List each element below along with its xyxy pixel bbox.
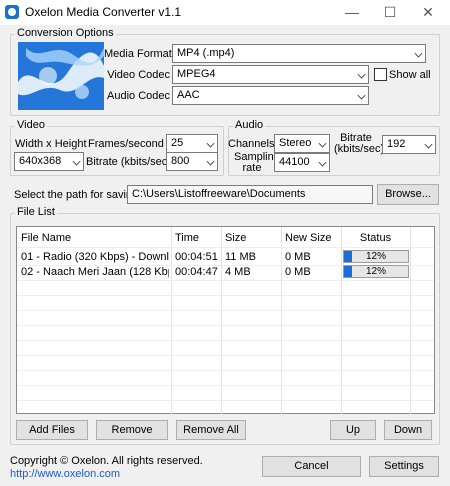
column-header-file-name[interactable]: File Name	[21, 229, 71, 247]
audio-bitrate-label-line2: (kbits/sec)	[334, 143, 385, 155]
file-list-legend: File List	[15, 206, 57, 218]
chevron-down-icon	[318, 158, 327, 167]
website-link[interactable]: http://www.oxelon.com	[10, 468, 120, 480]
save-path-label: Select the path for saving:	[14, 189, 142, 201]
chevron-down-icon	[318, 139, 327, 148]
size-cell: 4 MB	[225, 266, 251, 278]
conversion-options-legend: Conversion Options	[15, 27, 116, 39]
frames-second-select[interactable]: 25	[166, 134, 218, 153]
column-header-size[interactable]: Size	[225, 229, 246, 247]
close-icon[interactable]: ✕	[412, 0, 444, 25]
audio-codec-label: Audio Codec	[107, 90, 170, 102]
file-name-cell: 01 - Radio (320 Kbps) - Downloa...	[21, 251, 169, 263]
channels-select[interactable]: Stereo	[274, 134, 330, 153]
settings-button[interactable]: Settings	[369, 456, 439, 477]
chevron-down-icon	[357, 91, 366, 100]
remove-button[interactable]: Remove	[96, 420, 168, 440]
audio-bitrate-label: Bitrate (kbits/sec)	[334, 133, 384, 155]
audio-bitrate-select[interactable]: 192	[382, 135, 436, 154]
row-divider	[17, 355, 434, 356]
app-logo-icon	[5, 5, 19, 19]
video-bitrate-value: 800	[171, 155, 190, 167]
progress-bar: 12%	[343, 265, 409, 278]
file-name-cell: 02 - Naach Meri Jaan (128 Kbps)...	[21, 266, 169, 278]
copyright-text: Copyright © Oxelon. All rights reserved.	[10, 455, 203, 467]
progress-bar: 12%	[343, 250, 409, 263]
row-divider	[17, 385, 434, 386]
width-height-value: 640x368	[19, 155, 62, 167]
frames-second-label: Frames/second	[88, 138, 164, 150]
title-bar: Oxelon Media Converter v1.1 — ☐ ✕	[0, 0, 450, 25]
remove-all-button[interactable]: Remove All	[176, 420, 246, 440]
window-title: Oxelon Media Converter v1.1	[25, 5, 182, 19]
video-legend: Video	[15, 119, 47, 131]
media-format-value: MP4 (.mp4)	[177, 47, 235, 59]
media-preview-image	[18, 42, 104, 110]
size-cell: 11 MB	[225, 251, 256, 263]
row-divider	[17, 340, 434, 341]
row-divider	[17, 247, 434, 248]
audio-legend: Audio	[233, 119, 266, 131]
new-size-cell: 0 MB	[285, 266, 311, 278]
minimize-icon[interactable]: —	[336, 0, 368, 25]
app-window: Oxelon Media Converter v1.1 — ☐ ✕ Conver…	[0, 0, 450, 486]
chevron-down-icon	[424, 140, 433, 149]
new-size-cell: 0 MB	[285, 251, 311, 263]
width-height-label: Width x Height	[15, 138, 87, 150]
maximize-icon[interactable]: ☐	[374, 0, 406, 25]
chevron-down-icon	[72, 157, 81, 166]
channels-value: Stereo	[279, 137, 312, 149]
cancel-button[interactable]: Cancel	[262, 456, 361, 477]
sampling-rate-label-line2: rate	[242, 162, 262, 174]
save-path-field[interactable]: C:\Users\Listoffreeware\Documents	[127, 185, 373, 204]
column-header-time[interactable]: Time	[175, 229, 199, 247]
row-divider	[17, 400, 434, 401]
channels-label: Channels	[228, 138, 275, 150]
browse-button[interactable]: Browse...	[377, 184, 439, 205]
audio-bitrate-value: 192	[387, 138, 406, 150]
video-codec-value: MPEG4	[177, 68, 216, 80]
up-button[interactable]: Up	[330, 420, 376, 440]
audio-codec-value: AAC	[177, 89, 200, 101]
down-button[interactable]: Down	[384, 420, 432, 440]
media-format-select[interactable]: MP4 (.mp4)	[172, 44, 426, 63]
video-codec-select[interactable]: MPEG4	[172, 65, 369, 84]
width-height-select[interactable]: 640x368	[14, 152, 84, 171]
file-list-table[interactable]: File Name Time Size New Size Status 01 -…	[16, 226, 435, 414]
column-header-status[interactable]: Status	[341, 229, 410, 247]
sampling-rate-label: Sampling rate	[234, 152, 280, 174]
time-cell: 00:04:47	[175, 266, 218, 278]
chevron-down-icon	[206, 157, 215, 166]
sampling-rate-value: 44100	[279, 156, 310, 168]
progress-text: 12%	[365, 266, 386, 277]
column-header-new-size[interactable]: New Size	[285, 229, 331, 247]
video-bitrate-select[interactable]: 800	[166, 152, 218, 171]
add-files-button[interactable]: Add Files	[16, 420, 88, 440]
chevron-down-icon	[206, 139, 215, 148]
time-cell: 00:04:51	[175, 251, 218, 263]
media-format-label: Media Format	[104, 48, 172, 60]
row-divider	[17, 370, 434, 371]
row-divider	[17, 295, 434, 296]
chevron-down-icon	[357, 70, 366, 79]
audio-codec-select[interactable]: AAC	[172, 86, 369, 105]
video-bitrate-label: Bitrate (kbits/sec)	[86, 156, 171, 168]
progress-text: 12%	[365, 251, 386, 262]
row-divider	[17, 325, 434, 326]
video-codec-label: Video Codec	[107, 69, 170, 81]
show-all-checkbox[interactable]	[374, 68, 387, 81]
frames-second-value: 25	[171, 137, 184, 149]
sampling-rate-select[interactable]: 44100	[274, 153, 330, 172]
chevron-down-icon	[414, 49, 423, 58]
row-divider	[17, 310, 434, 311]
show-all-label: Show all	[389, 69, 431, 81]
row-divider	[17, 280, 434, 281]
